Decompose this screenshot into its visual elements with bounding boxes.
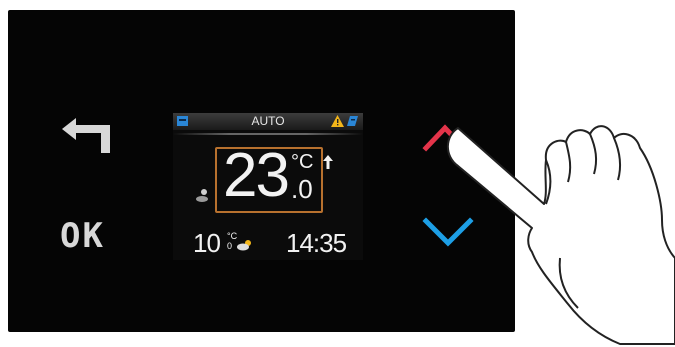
temperature-unit: °C (291, 151, 314, 173)
outdoor-temperature: 10 (193, 228, 221, 258)
status-bar: AUTO (173, 113, 363, 130)
back-button[interactable] (60, 115, 116, 155)
person-icon (196, 189, 208, 202)
ok-button[interactable]: OK (60, 216, 120, 256)
outdoor-unit: °C (227, 231, 238, 241)
clock-time: 14:35 (286, 228, 347, 258)
separator (173, 133, 363, 135)
pointing-hand-illustration (446, 125, 675, 345)
thermostat-panel: OK AUTO 23 °C .0 10 °C 0 14:35 (8, 10, 515, 332)
display-screen: AUTO 23 °C .0 10 °C 0 14:35 (173, 113, 363, 260)
temperature-value: 23 (223, 141, 290, 210)
outdoor-decimal: 0 (227, 241, 233, 251)
flag-icon (347, 116, 358, 126)
cloud-icon (237, 240, 251, 251)
arrow-up-icon (323, 155, 333, 169)
back-arrow-icon (62, 118, 110, 153)
warning-icon (331, 115, 344, 127)
temperature-decimal: .0 (291, 174, 313, 204)
